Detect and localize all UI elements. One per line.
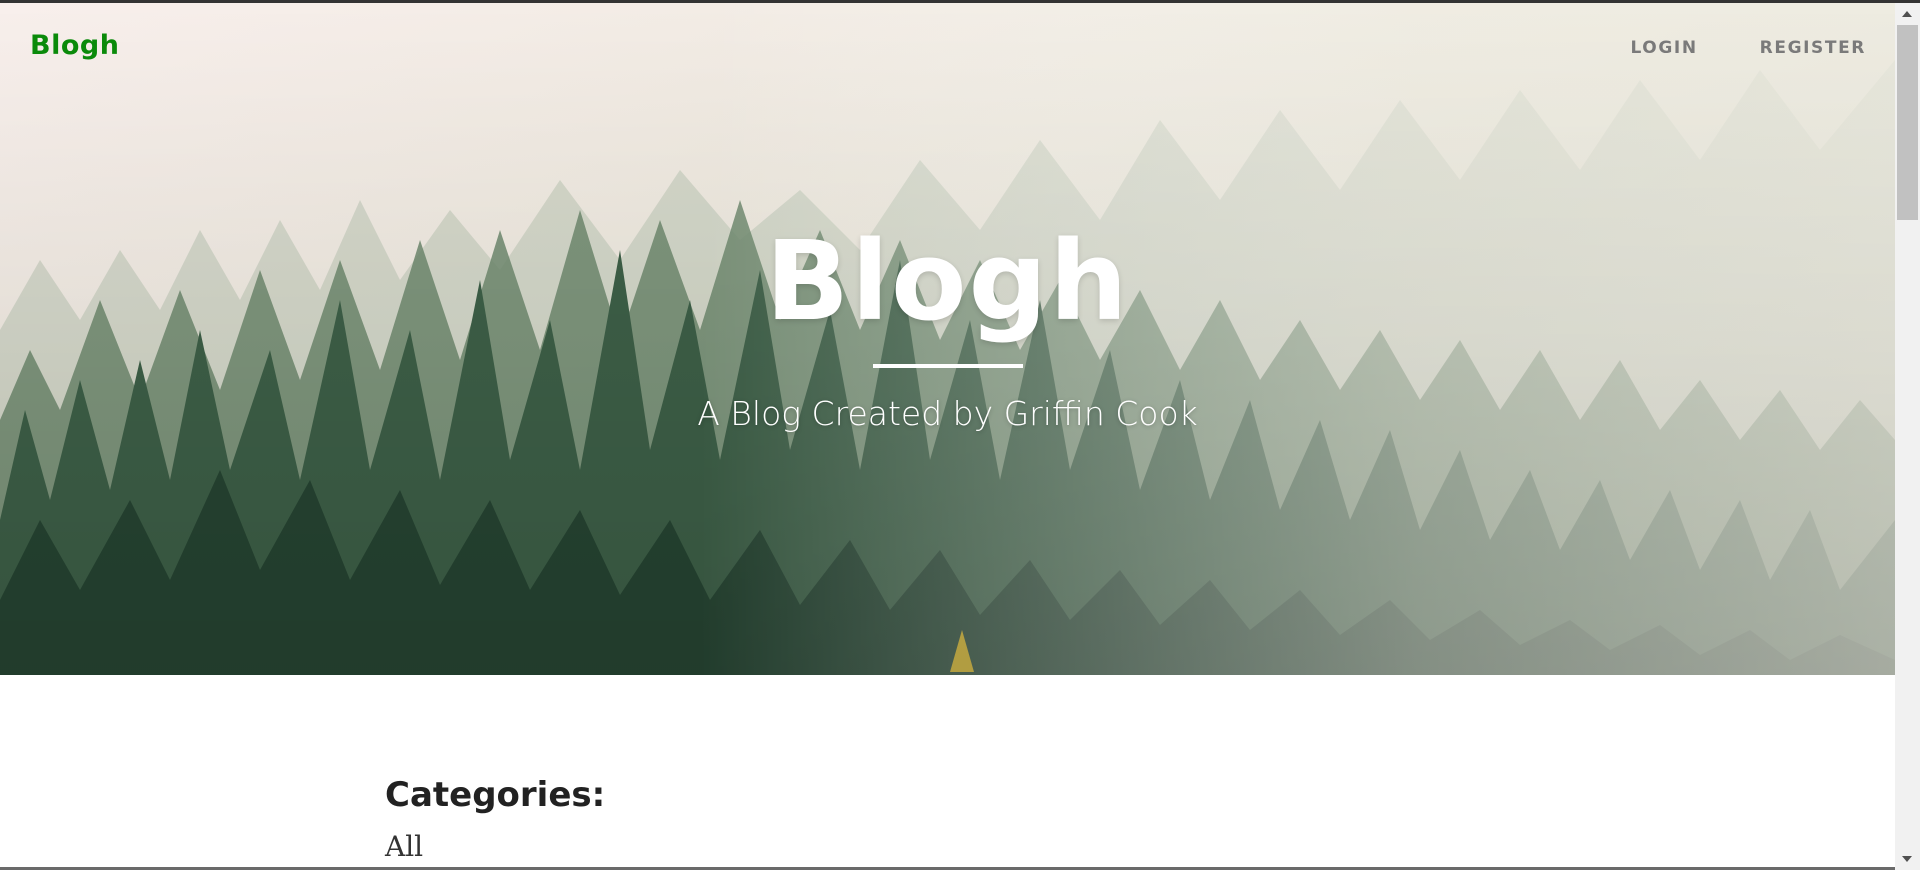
hero-section: Blogh LOGIN REGISTER Blogh A Blog Create… xyxy=(0,0,1895,675)
categories-section: Categories: All xyxy=(385,775,605,863)
category-link-all[interactable]: All xyxy=(385,830,605,863)
nav-links: LOGIN REGISTER xyxy=(1630,38,1866,58)
login-link[interactable]: LOGIN xyxy=(1630,38,1697,58)
vertical-scrollbar[interactable] xyxy=(1895,3,1920,870)
register-link[interactable]: REGISTER xyxy=(1760,38,1866,58)
window-top-border xyxy=(0,0,1920,3)
page: Blogh LOGIN REGISTER Blogh A Blog Create… xyxy=(0,0,1895,870)
scrollbar-thumb[interactable] xyxy=(1897,25,1918,220)
navbar: Blogh LOGIN REGISTER xyxy=(0,0,1895,96)
hero-subtitle: A Blog Created by Griffin Cook xyxy=(697,394,1198,433)
hero-heading: Blogh A Blog Created by Griffin Cook xyxy=(0,226,1895,433)
chevron-down-icon[interactable] xyxy=(1902,856,1912,862)
hero-title: Blogh xyxy=(765,217,1130,345)
hero-divider xyxy=(872,364,1023,368)
chevron-up-icon[interactable] xyxy=(1902,11,1912,17)
categories-heading: Categories: xyxy=(385,775,606,815)
brand-logo-link[interactable]: Blogh xyxy=(30,30,119,61)
